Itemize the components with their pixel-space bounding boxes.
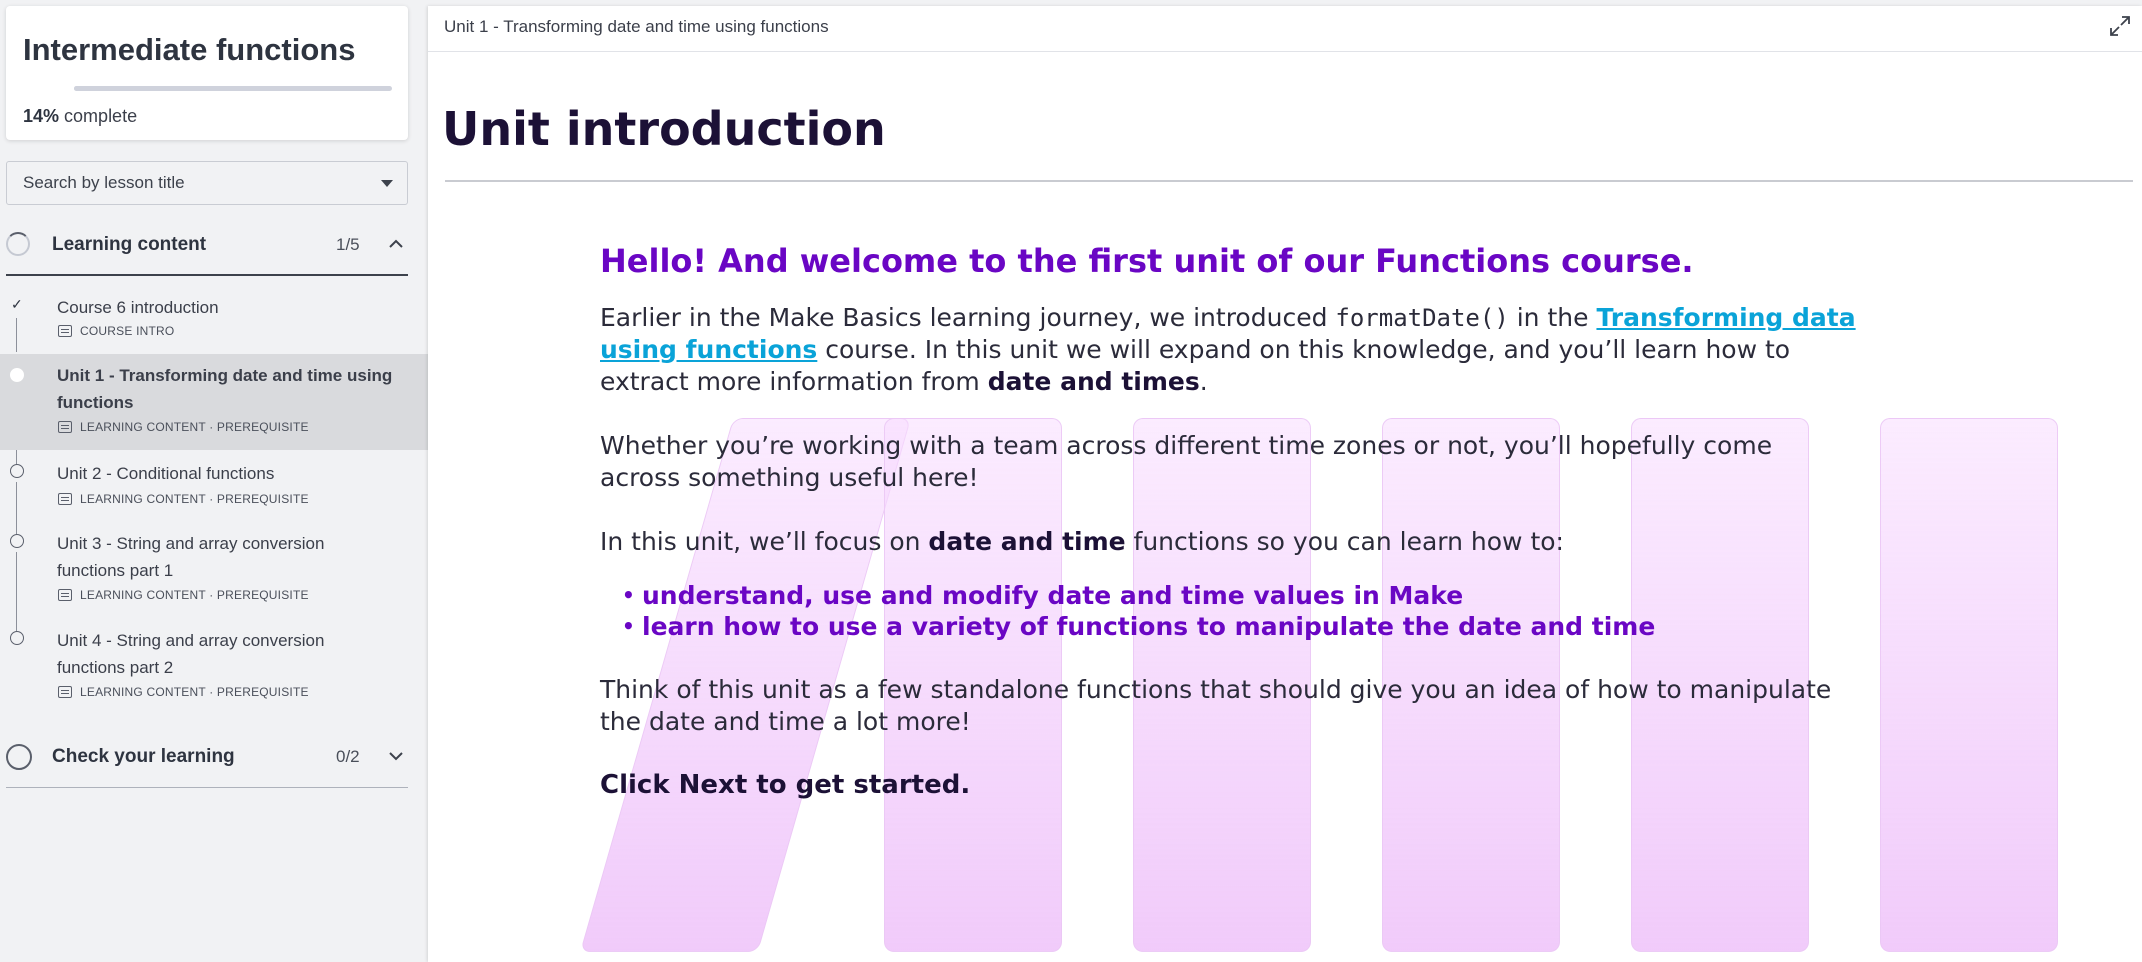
bold-text: date and time [928,527,1126,556]
lesson-content-icon [58,686,72,698]
lesson-title: Unit 2 - Conditional functions [57,464,275,483]
section-count: 1/5 [336,235,360,254]
section-label: Learning content [52,234,207,255]
text-span: in the [1508,303,1597,332]
main-content: Unit 1 - Transforming date and time usin… [428,6,2142,962]
lesson-item[interactable]: ✓ Course 6 introduction COURSE INTRO [0,292,428,352]
page-title: Unit introduction [442,102,886,156]
sidebar: Intermediate functions 14% complete Sear… [0,0,428,962]
lesson-item[interactable]: Unit 4 - String and array conversion fun… [0,627,428,713]
lesson-status-dot [10,464,24,478]
lesson-meta: LEARNING CONTENT · PREREQUISITE [58,420,309,434]
text-span: functions so you can learn how to: [1125,527,1564,556]
lesson-meta-text: COURSE INTRO [80,324,175,338]
objective-item: understand, use and modify date and time… [622,580,1860,611]
not-started-icon [6,744,32,770]
welcome-heading: Hello! And welcome to the first unit of … [600,242,1694,280]
lesson-title: Unit 1 - Transforming date and time usin… [57,366,393,412]
lesson-status-dot [10,534,24,548]
lesson-item[interactable]: Unit 2 - Conditional functions LEARNING … [0,460,428,520]
decorative-bar [1880,418,2058,952]
course-progress-fill [74,86,119,91]
lesson-meta: LEARNING CONTENT · PREREQUISITE [58,685,309,699]
lesson-content-icon [58,421,72,433]
lesson-content-icon [58,493,72,505]
timezones-paragraph: Whether you’re working with a team acros… [600,431,1773,492]
section-learning-content[interactable]: Learning content 1/5 [0,222,408,266]
lesson-status-dot [10,368,24,382]
lesson-meta: LEARNING CONTENT · PREREQUISITE [58,588,309,602]
intro-paragraph: Earlier in the Make Basics learning jour… [600,302,1860,398]
lesson-meta-text: LEARNING CONTENT · PREREQUISITE [80,685,309,699]
focus-paragraph: In this unit, we’ll focus on date and ti… [600,526,1860,558]
lesson-meta-text: LEARNING CONTENT · PREREQUISITE [80,492,309,506]
lesson-search-placeholder: Search by lesson title [23,173,185,192]
lesson-meta: LEARNING CONTENT · PREREQUISITE [58,492,309,506]
section-divider [6,787,408,788]
section-count: 0/2 [336,747,360,766]
lesson-title: Unit 3 - String and array conversion fun… [57,534,325,580]
lesson-title: Course 6 introduction [57,298,219,317]
progress-percent: 14% [23,106,60,126]
course-card: Intermediate functions 14% complete [6,6,408,140]
dropdown-caret-icon [381,180,393,187]
lesson-item[interactable]: Unit 3 - String and array conversion fun… [0,530,428,616]
document-icon [58,325,72,337]
lesson-meta-text: LEARNING CONTENT · PREREQUISITE [80,588,309,602]
checkmark-icon: ✓ [11,296,23,312]
lesson-status-dot [10,631,24,645]
progress-label: complete [64,106,138,126]
section-label: Check your learning [52,746,235,767]
objective-item: learn how to use a variety of functions … [622,611,1860,642]
lesson-meta-text: LEARNING CONTENT · PREREQUISITE [80,420,309,434]
course-progress-text: 14% complete [23,106,137,127]
code-formatdate: formatDate() [1335,304,1509,332]
lesson-title: Unit 4 - String and array conversion fun… [57,631,325,677]
next-instruction: Click Next to get started. [600,770,971,800]
lesson-body: Hello! And welcome to the first unit of … [600,242,1860,800]
text-span: Earlier in the Make Basics learning jour… [600,303,1336,332]
text-span: . [1199,367,1208,396]
course-progress-bar [74,86,392,91]
bold-text: date and times [987,367,1200,396]
lesson-search-select[interactable]: Search by lesson title [6,161,408,205]
in-progress-icon [6,232,30,256]
standalone-paragraph: Think of this unit as a few standalone f… [600,675,1832,736]
lesson-meta: COURSE INTRO [58,324,174,338]
chevron-down-icon[interactable] [388,742,404,770]
title-divider [445,180,2133,182]
section-check-your-learning[interactable]: Check your learning 0/2 [0,734,408,778]
chevron-up-icon[interactable] [388,230,404,258]
lesson-item-active[interactable]: Unit 1 - Transforming date and time usin… [0,354,428,450]
section-divider [6,274,408,276]
lesson-content-icon [58,589,72,601]
course-title: Intermediate functions [23,32,356,67]
objectives-list: understand, use and modify date and time… [600,580,1860,642]
text-span: In this unit, we’ll focus on [600,527,929,556]
